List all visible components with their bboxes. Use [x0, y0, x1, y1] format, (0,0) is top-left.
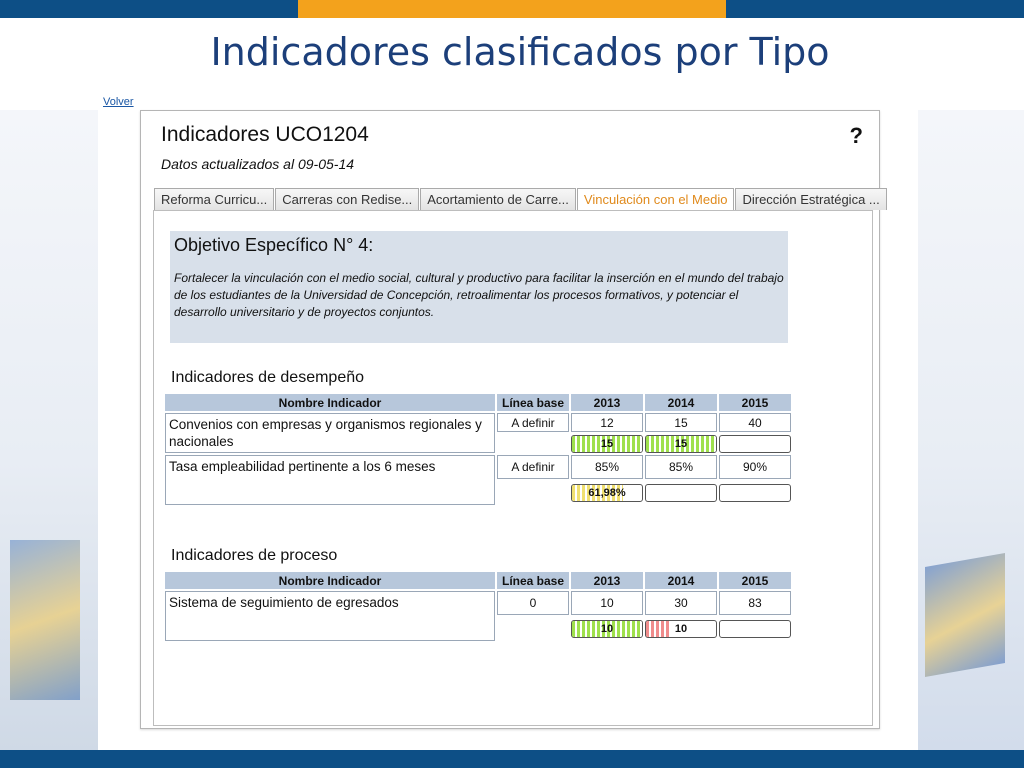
- tab-panel: Objetivo Específico N° 4: Fortalecer la …: [153, 210, 873, 726]
- col-header-baseline: Línea base: [497, 394, 569, 411]
- progress-meter: 15: [571, 434, 643, 453]
- progress-meter: 15: [645, 434, 717, 453]
- measure-value: 15: [600, 437, 614, 450]
- measure-2014-cell: 10: [645, 617, 717, 641]
- measure-value: 15: [674, 437, 688, 450]
- top-band-left: [0, 0, 298, 18]
- update-date: Datos actualizados al 09-05-14: [161, 156, 354, 172]
- col-header-name: Nombre Indicador: [165, 572, 495, 589]
- progress-meter: [719, 620, 791, 638]
- progress-meter: [719, 434, 791, 453]
- table-row: Sistema de seguimiento de egresados 0 10…: [165, 591, 791, 641]
- col-header-2013: 2013: [571, 394, 643, 411]
- tab-reforma-curricular[interactable]: Reforma Curricu...: [154, 188, 275, 210]
- col-header-2014: 2014: [645, 394, 717, 411]
- measure-2015-cell: [719, 434, 791, 453]
- progress-meter: [719, 484, 791, 502]
- measure-2014-cell: [645, 481, 717, 505]
- col-header-2015: 2015: [719, 572, 791, 589]
- objective-box: Objetivo Específico N° 4: Fortalecer la …: [170, 231, 788, 343]
- target-2015-cell: 90%: [719, 455, 791, 479]
- col-header-2014: 2014: [645, 572, 717, 589]
- table-header-row: Nombre Indicador Línea base 2013 2014 20…: [165, 572, 791, 589]
- indicator-name: Tasa empleabilidad pertinente a los 6 me…: [165, 455, 495, 505]
- objective-title: Objetivo Específico N° 4:: [174, 235, 374, 255]
- target-2015-cell: 40: [719, 413, 791, 432]
- tab-carreras-rediseno[interactable]: Carreras con Redise...: [275, 188, 420, 210]
- target-2014-cell: 15: [645, 413, 717, 432]
- progress-meter: [645, 484, 717, 502]
- top-band-orange: [298, 0, 726, 18]
- measure-value: 10: [600, 623, 614, 635]
- indicators-window: Indicadores UCO1204 ? Datos actualizados…: [140, 110, 887, 729]
- proceso-table: Nombre Indicador Línea base 2013 2014 20…: [163, 570, 793, 643]
- bottom-band: [0, 750, 1024, 768]
- progress-meter: 61,98%: [571, 484, 643, 502]
- background-right: [918, 110, 1024, 750]
- objective-text: Fortalecer la vinculación con el medio s…: [174, 271, 784, 319]
- background-left: [0, 110, 98, 750]
- desempeno-table: Nombre Indicador Línea base 2013 2014 20…: [163, 392, 793, 507]
- measure-2013-cell: 61,98%: [571, 481, 643, 505]
- tab-bar: Reforma Curricu... Carreras con Redise..…: [154, 188, 887, 210]
- measure-2013-cell: 10: [571, 617, 643, 641]
- empty-cell: [497, 481, 569, 505]
- table-row: Tasa empleabilidad pertinente a los 6 me…: [165, 455, 791, 505]
- help-icon[interactable]: ?: [850, 123, 863, 149]
- target-2013-cell: 85%: [571, 455, 643, 479]
- top-band-right: [726, 0, 1024, 18]
- indicator-name: Convenios con empresas y organismos regi…: [165, 413, 495, 453]
- measure-value: 61,98%: [588, 487, 626, 499]
- measure-2014-cell: 15: [645, 434, 717, 453]
- tab-vinculacion-medio[interactable]: Vinculación con el Medio: [576, 188, 735, 210]
- empty-cell: [497, 617, 569, 641]
- tab-direccion-estrategica[interactable]: Dirección Estratégica ...: [735, 188, 887, 210]
- section-title-desempeno: Indicadores de desempeño: [171, 369, 365, 386]
- target-2014-cell: 85%: [645, 455, 717, 479]
- indicator-name: Sistema de seguimiento de egresados: [165, 591, 495, 641]
- col-header-2015: 2015: [719, 394, 791, 411]
- col-header-baseline: Línea base: [497, 572, 569, 589]
- volver-link[interactable]: Volver: [103, 96, 134, 108]
- target-2015-cell: 83: [719, 591, 791, 615]
- section-title-proceso: Indicadores de proceso: [171, 547, 338, 564]
- update-date-label: Datos actualizados al: [161, 156, 295, 172]
- measure-2015-cell: [719, 617, 791, 641]
- col-header-2013: 2013: [571, 572, 643, 589]
- baseline-cell: A definir: [497, 413, 569, 432]
- target-2013-cell: 12: [571, 413, 643, 432]
- slide-title: Indicadores clasificados por Tipo: [210, 30, 830, 74]
- table-row: Convenios con empresas y organismos regi…: [165, 413, 791, 453]
- baseline-cell: A definir: [497, 455, 569, 479]
- progress-meter: 10: [571, 620, 643, 638]
- progress-meter: 10: [645, 620, 717, 638]
- col-header-name: Nombre Indicador: [165, 394, 495, 411]
- measure-2015-cell: [719, 481, 791, 505]
- empty-cell: [497, 434, 569, 453]
- flag-decoration-left: [10, 540, 80, 700]
- update-date-value: 09-05-14: [297, 156, 355, 172]
- table-header-row: Nombre Indicador Línea base 2013 2014 20…: [165, 394, 791, 411]
- flag-decoration-right: [925, 552, 1005, 678]
- measure-2013-cell: 15: [571, 434, 643, 453]
- target-2014-cell: 30: [645, 591, 717, 615]
- tab-acortamiento-carreras[interactable]: Acortamiento de Carre...: [420, 188, 576, 210]
- measure-value: 10: [674, 623, 688, 635]
- baseline-cell: 0: [497, 591, 569, 615]
- window-title: Indicadores UCO1204: [161, 123, 369, 146]
- target-2013-cell: 10: [571, 591, 643, 615]
